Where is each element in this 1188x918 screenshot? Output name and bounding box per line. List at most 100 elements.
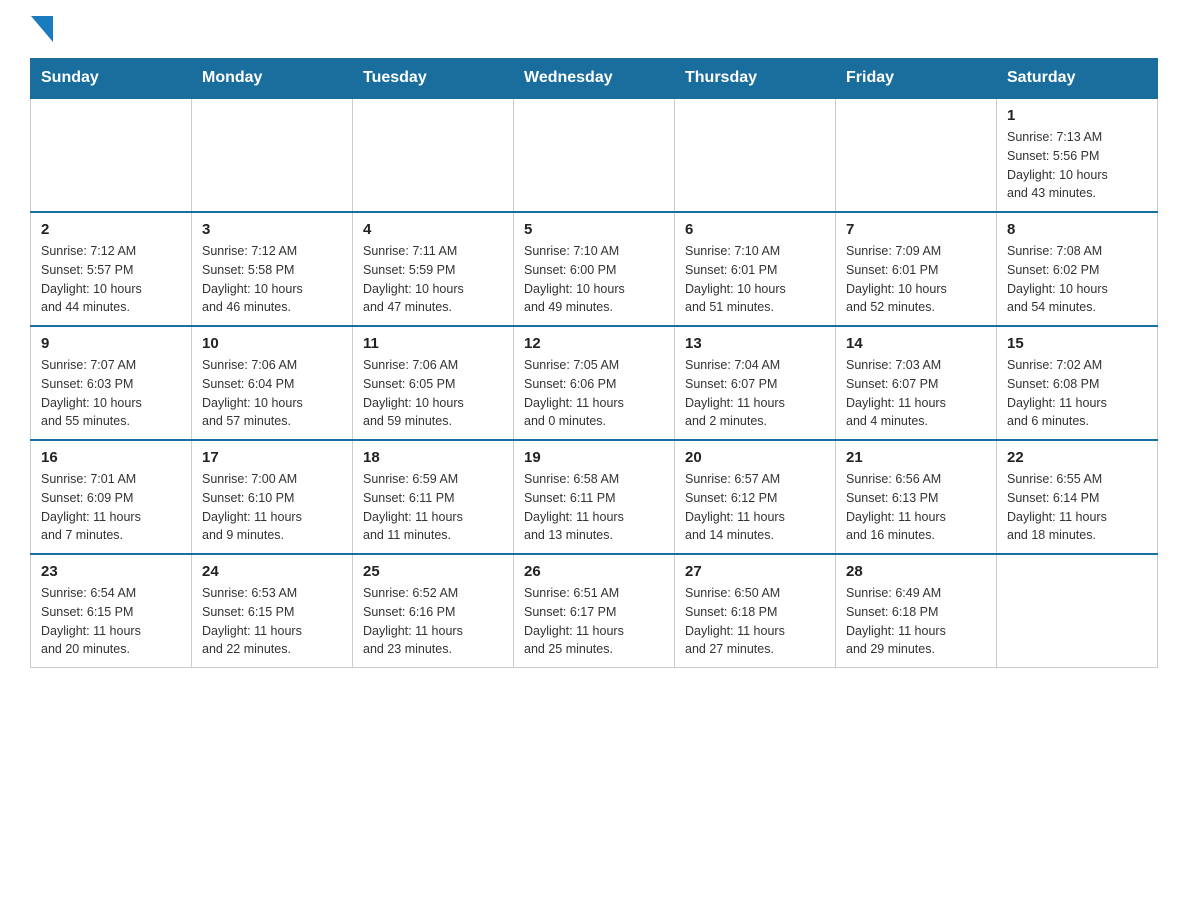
day-number: 12 xyxy=(524,335,664,352)
day-info: Sunrise: 7:12 AM Sunset: 5:57 PM Dayligh… xyxy=(41,242,181,317)
day-number: 2 xyxy=(41,221,181,238)
day-number: 7 xyxy=(846,221,986,238)
calendar-header-row: SundayMondayTuesdayWednesdayThursdayFrid… xyxy=(31,59,1158,99)
calendar-cell: 22Sunrise: 6:55 AM Sunset: 6:14 PM Dayli… xyxy=(997,440,1158,554)
day-number: 4 xyxy=(363,221,503,238)
day-info: Sunrise: 6:52 AM Sunset: 6:16 PM Dayligh… xyxy=(363,584,503,659)
day-info: Sunrise: 7:11 AM Sunset: 5:59 PM Dayligh… xyxy=(363,242,503,317)
day-info: Sunrise: 6:59 AM Sunset: 6:11 PM Dayligh… xyxy=(363,470,503,545)
calendar-cell: 16 Sunrise: 7:01 AM Sunset: 6:09 PM Dayli… xyxy=(31,440,192,554)
page-header xyxy=(30,20,1158,42)
day-number: 25 xyxy=(363,563,503,580)
calendar-header-tuesday: Tuesday xyxy=(353,59,514,99)
calendar-cell: 28Sunrise: 6:49 AM Sunset: 6:18 PM Dayli… xyxy=(836,554,997,668)
day-number: 21 xyxy=(846,449,986,466)
day-number: 26 xyxy=(524,563,664,580)
calendar-cell: 25 Sunrise: 6:52 AM Sunset: 6:16 PM Dayli… xyxy=(353,554,514,668)
day-info: Sunrise: 7:02 AM Sunset: 6:08 PM Dayligh… xyxy=(1007,356,1147,431)
day-number: 17 xyxy=(202,449,342,466)
calendar-cell xyxy=(836,98,997,212)
day-info: Sunrise: 7:06 AM Sunset: 6:05 PM Dayligh… xyxy=(363,356,503,431)
day-number: 9 xyxy=(41,335,181,352)
day-number: 20 xyxy=(685,449,825,466)
calendar-cell xyxy=(31,98,192,212)
calendar-header-sunday: Sunday xyxy=(31,59,192,99)
day-info: Sunrise: 6:53 AM Sunset: 6:15 PM Dayligh… xyxy=(202,584,342,659)
calendar-cell: 23 Sunrise: 6:54 AM Sunset: 6:15 PM Dayli… xyxy=(31,554,192,668)
calendar-cell: 15 Sunrise: 7:02 AM Sunset: 6:08 PM Dayli… xyxy=(997,326,1158,440)
day-number: 8 xyxy=(1007,221,1147,238)
calendar-header-thursday: Thursday xyxy=(675,59,836,99)
day-info: Sunrise: 6:54 AM Sunset: 6:15 PM Dayligh… xyxy=(41,584,181,659)
calendar-week-5: 23 Sunrise: 6:54 AM Sunset: 6:15 PM Dayli… xyxy=(31,554,1158,668)
calendar-header-wednesday: Wednesday xyxy=(514,59,675,99)
calendar-header-friday: Friday xyxy=(836,59,997,99)
day-number: 24 xyxy=(202,563,342,580)
calendar-cell: 10 Sunrise: 7:06 AM Sunset: 6:04 PM Dayli… xyxy=(192,326,353,440)
calendar-cell xyxy=(997,554,1158,668)
day-number: 3 xyxy=(202,221,342,238)
calendar-header-saturday: Saturday xyxy=(997,59,1158,99)
day-number: 16 xyxy=(41,449,181,466)
calendar-cell: 27 Sunrise: 6:50 AM Sunset: 6:18 PM Dayli… xyxy=(675,554,836,668)
day-number: 28 xyxy=(846,563,986,580)
calendar-week-3: 9 Sunrise: 7:07 AM Sunset: 6:03 PM Daylig… xyxy=(31,326,1158,440)
calendar-cell: 11 Sunrise: 7:06 AM Sunset: 6:05 PM Dayli… xyxy=(353,326,514,440)
day-number: 10 xyxy=(202,335,342,352)
day-info: Sunrise: 7:12 AM Sunset: 5:58 PM Dayligh… xyxy=(202,242,342,317)
calendar-cell: 20 Sunrise: 6:57 AM Sunset: 6:12 PM Dayli… xyxy=(675,440,836,554)
day-info: Sunrise: 7:08 AM Sunset: 6:02 PM Dayligh… xyxy=(1007,242,1147,317)
day-number: 1 xyxy=(1007,107,1147,124)
calendar-cell: 12 Sunrise: 7:05 AM Sunset: 6:06 PM Dayli… xyxy=(514,326,675,440)
calendar-cell xyxy=(353,98,514,212)
day-info: Sunrise: 7:09 AM Sunset: 6:01 PM Dayligh… xyxy=(846,242,986,317)
day-info: Sunrise: 6:57 AM Sunset: 6:12 PM Dayligh… xyxy=(685,470,825,545)
day-info: Sunrise: 7:06 AM Sunset: 6:04 PM Dayligh… xyxy=(202,356,342,431)
calendar-cell: 17Sunrise: 7:00 AM Sunset: 6:10 PM Dayli… xyxy=(192,440,353,554)
day-number: 6 xyxy=(685,221,825,238)
day-number: 15 xyxy=(1007,335,1147,352)
day-number: 5 xyxy=(524,221,664,238)
calendar-cell: 26Sunrise: 6:51 AM Sunset: 6:17 PM Dayli… xyxy=(514,554,675,668)
day-number: 23 xyxy=(41,563,181,580)
calendar-cell xyxy=(675,98,836,212)
day-number: 13 xyxy=(685,335,825,352)
day-info: Sunrise: 7:01 AM Sunset: 6:09 PM Dayligh… xyxy=(41,470,181,545)
calendar-cell: 14 Sunrise: 7:03 AM Sunset: 6:07 PM Dayli… xyxy=(836,326,997,440)
calendar-cell: 3 Sunrise: 7:12 AM Sunset: 5:58 PM Daylig… xyxy=(192,212,353,326)
calendar-cell: 2 Sunrise: 7:12 AM Sunset: 5:57 PM Daylig… xyxy=(31,212,192,326)
day-info: Sunrise: 7:07 AM Sunset: 6:03 PM Dayligh… xyxy=(41,356,181,431)
day-number: 19 xyxy=(524,449,664,466)
calendar-cell: 1 Sunrise: 7:13 AM Sunset: 5:56 PM Daylig… xyxy=(997,98,1158,212)
calendar-week-2: 2 Sunrise: 7:12 AM Sunset: 5:57 PM Daylig… xyxy=(31,212,1158,326)
calendar-header-monday: Monday xyxy=(192,59,353,99)
calendar-cell: 21 Sunrise: 6:56 AM Sunset: 6:13 PM Dayli… xyxy=(836,440,997,554)
calendar-week-4: 16 Sunrise: 7:01 AM Sunset: 6:09 PM Dayli… xyxy=(31,440,1158,554)
calendar-cell: 9 Sunrise: 7:07 AM Sunset: 6:03 PM Daylig… xyxy=(31,326,192,440)
day-info: Sunrise: 6:58 AM Sunset: 6:11 PM Dayligh… xyxy=(524,470,664,545)
day-info: Sunrise: 7:03 AM Sunset: 6:07 PM Dayligh… xyxy=(846,356,986,431)
day-number: 22 xyxy=(1007,449,1147,466)
day-number: 27 xyxy=(685,563,825,580)
day-info: Sunrise: 7:05 AM Sunset: 6:06 PM Dayligh… xyxy=(524,356,664,431)
day-info: Sunrise: 7:04 AM Sunset: 6:07 PM Dayligh… xyxy=(685,356,825,431)
calendar-cell: 7 Sunrise: 7:09 AM Sunset: 6:01 PM Daylig… xyxy=(836,212,997,326)
calendar-table: SundayMondayTuesdayWednesdayThursdayFrid… xyxy=(30,58,1158,668)
day-info: Sunrise: 6:56 AM Sunset: 6:13 PM Dayligh… xyxy=(846,470,986,545)
day-number: 18 xyxy=(363,449,503,466)
calendar-cell: 19 Sunrise: 6:58 AM Sunset: 6:11 PM Dayli… xyxy=(514,440,675,554)
day-info: Sunrise: 7:13 AM Sunset: 5:56 PM Dayligh… xyxy=(1007,128,1147,203)
calendar-cell: 6 Sunrise: 7:10 AM Sunset: 6:01 PM Daylig… xyxy=(675,212,836,326)
calendar-cell: 18 Sunrise: 6:59 AM Sunset: 6:11 PM Dayli… xyxy=(353,440,514,554)
day-number: 11 xyxy=(363,335,503,352)
logo-arrow-icon xyxy=(31,16,53,42)
calendar-cell: 24 Sunrise: 6:53 AM Sunset: 6:15 PM Dayli… xyxy=(192,554,353,668)
calendar-cell: 5 Sunrise: 7:10 AM Sunset: 6:00 PM Daylig… xyxy=(514,212,675,326)
day-info: Sunrise: 7:10 AM Sunset: 6:00 PM Dayligh… xyxy=(524,242,664,317)
day-info: Sunrise: 7:10 AM Sunset: 6:01 PM Dayligh… xyxy=(685,242,825,317)
day-number: 14 xyxy=(846,335,986,352)
day-info: Sunrise: 6:50 AM Sunset: 6:18 PM Dayligh… xyxy=(685,584,825,659)
logo xyxy=(30,20,53,42)
calendar-cell: 13 Sunrise: 7:04 AM Sunset: 6:07 PM Dayli… xyxy=(675,326,836,440)
calendar-cell xyxy=(192,98,353,212)
